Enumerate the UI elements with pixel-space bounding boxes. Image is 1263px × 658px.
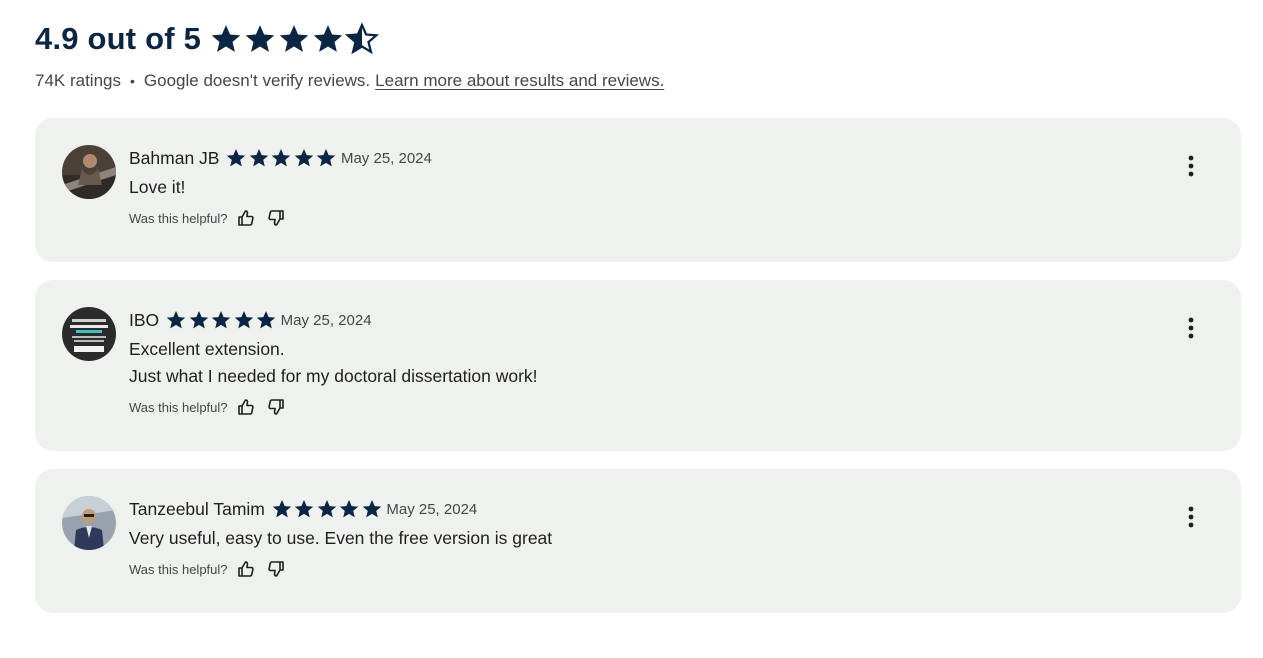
- star-icon: [315, 147, 337, 169]
- thumb-up-icon[interactable]: [236, 559, 256, 579]
- star-icon: [271, 498, 293, 520]
- thumb-up-icon[interactable]: [236, 208, 256, 228]
- star-icon: [210, 309, 232, 331]
- star-half-icon: [345, 22, 379, 56]
- star-icon: [270, 147, 292, 169]
- star-icon: [293, 498, 315, 520]
- helpful-label: Was this helpful?: [129, 399, 228, 415]
- review-text: Very useful, easy to use. Even the free …: [129, 525, 1161, 552]
- thumb-down-icon[interactable]: [266, 397, 286, 417]
- star-icon: [293, 147, 315, 169]
- star-icon: [311, 22, 345, 56]
- star-icon: [225, 147, 247, 169]
- helpful-label: Was this helpful?: [129, 210, 228, 226]
- review-header: IBO May 25, 2024: [129, 309, 1161, 331]
- rating-summary: 4.9 out of 5 74K ratings • Google doesn'…: [35, 18, 664, 91]
- star-icon: [277, 22, 311, 56]
- review-text: Excellent extension. Just what I needed …: [129, 336, 1161, 390]
- review-stars: [271, 498, 384, 520]
- avatar: [62, 496, 116, 550]
- review-body: Bahman JB May 25, 2024 Love it! Was this…: [129, 147, 1161, 228]
- review-header: Bahman JB May 25, 2024: [129, 147, 1161, 169]
- helpful-label: Was this helpful?: [129, 561, 228, 577]
- reviewer-name: Bahman JB: [129, 147, 220, 168]
- review-stars: [165, 309, 278, 331]
- star-icon: [316, 498, 338, 520]
- star-icon: [209, 22, 243, 56]
- reviewer-name: IBO: [129, 309, 160, 330]
- helpful-row: Was this helpful?: [129, 397, 1161, 417]
- more-vert-icon[interactable]: [1179, 316, 1203, 340]
- review-header: Tanzeebul Tamim May 25, 2024: [129, 498, 1161, 520]
- thumb-down-icon[interactable]: [266, 559, 286, 579]
- review-line: Just what I needed for my doctoral disse…: [129, 366, 538, 386]
- review-line: Very useful, easy to use. Even the free …: [129, 528, 553, 548]
- ratings-meta: 74K ratings • Google doesn't verify revi…: [35, 71, 664, 91]
- avatar: [62, 307, 116, 361]
- disclaimer-text: Google doesn't verify reviews.: [143, 71, 371, 90]
- avatar: [62, 145, 116, 199]
- review-date: May 25, 2024: [386, 500, 478, 518]
- overall-stars: [209, 22, 379, 56]
- reviewer-name: Tanzeebul Tamim: [129, 498, 265, 519]
- star-icon: [338, 498, 360, 520]
- review-card: Tanzeebul Tamim May 25, 2024 Very useful…: [35, 469, 1241, 613]
- thumb-down-icon[interactable]: [266, 208, 286, 228]
- review-line: Love it!: [129, 177, 186, 197]
- review-body: IBO May 25, 2024 Excellent extension. Ju…: [129, 309, 1161, 417]
- thumb-up-icon[interactable]: [236, 397, 256, 417]
- star-icon: [361, 498, 383, 520]
- review-card: Bahman JB May 25, 2024 Love it! Was this…: [35, 118, 1241, 262]
- review-text: Love it!: [129, 174, 1161, 201]
- review-line: Excellent extension.: [129, 339, 285, 359]
- rating-header: 4.9 out of 5: [35, 18, 664, 60]
- review-card: IBO May 25, 2024 Excellent extension. Ju…: [35, 280, 1241, 451]
- rating-title: 4.9 out of 5: [35, 21, 202, 56]
- separator-dot: •: [130, 73, 135, 89]
- star-icon: [188, 309, 210, 331]
- ratings-count: 74K ratings: [35, 71, 121, 90]
- review-stars: [225, 147, 338, 169]
- more-vert-icon[interactable]: [1179, 154, 1203, 178]
- review-date: May 25, 2024: [340, 149, 432, 167]
- star-icon: [248, 147, 270, 169]
- more-vert-icon[interactable]: [1179, 505, 1203, 529]
- helpful-row: Was this helpful?: [129, 559, 1161, 579]
- star-icon: [255, 309, 277, 331]
- star-icon: [165, 309, 187, 331]
- review-body: Tanzeebul Tamim May 25, 2024 Very useful…: [129, 498, 1161, 579]
- star-icon: [243, 22, 277, 56]
- star-icon: [233, 309, 255, 331]
- review-date: May 25, 2024: [280, 311, 372, 329]
- helpful-row: Was this helpful?: [129, 208, 1161, 228]
- learn-more-link[interactable]: Learn more about results and reviews.: [375, 71, 664, 91]
